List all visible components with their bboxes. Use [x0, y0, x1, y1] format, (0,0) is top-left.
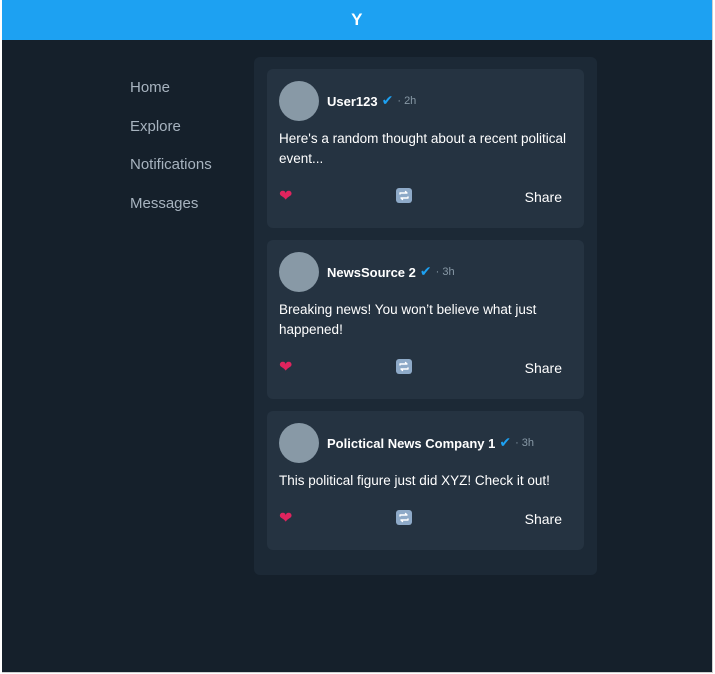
sidebar-item-home[interactable]: Home: [130, 78, 250, 117]
share-button[interactable]: Share: [525, 360, 562, 376]
share-button[interactable]: Share: [525, 189, 562, 205]
post-card: Polictical News Company 1 ✔ · 3h This po…: [267, 411, 584, 550]
post-timestamp: · 3h: [435, 266, 455, 278]
repost-icon[interactable]: [396, 510, 412, 525]
post-card: NewsSource 2 ✔ · 3h Breaking news! You w…: [267, 240, 584, 399]
post-author[interactable]: Polictical News Company 1: [327, 436, 495, 451]
repost-icon[interactable]: [396, 359, 412, 374]
verified-check-icon: ✔: [381, 93, 394, 109]
post-author[interactable]: User123: [327, 94, 378, 109]
sidebar-nav: Home Explore Notifications Messages: [130, 78, 250, 232]
post-header: User123 ✔ · 2h: [279, 81, 416, 121]
repost-icon[interactable]: [396, 188, 412, 203]
verified-check-icon: ✔: [419, 264, 432, 280]
post-text: Here's a random thought about a recent p…: [279, 131, 567, 166]
post-card: User123 ✔ · 2h Here's a random thought a…: [267, 69, 584, 228]
post-header: NewsSource 2 ✔ · 3h: [279, 252, 455, 292]
app-logo[interactable]: Y: [351, 10, 363, 30]
post-text: This political figure just did XYZ! Chec…: [279, 473, 550, 488]
top-bar: Y: [2, 0, 712, 40]
verified-check-icon: ✔: [499, 435, 512, 451]
sidebar-item-messages[interactable]: Messages: [130, 194, 250, 233]
sidebar-item-explore[interactable]: Explore: [130, 117, 250, 156]
app-window: Y Home Explore Notifications Messages Us…: [2, 0, 713, 673]
share-button[interactable]: Share: [525, 511, 562, 527]
post-author[interactable]: NewsSource 2: [327, 265, 416, 280]
avatar[interactable]: [279, 81, 319, 121]
sidebar-item-notifications[interactable]: Notifications: [130, 155, 250, 194]
avatar[interactable]: [279, 423, 319, 463]
post-header: Polictical News Company 1 ✔ · 3h: [279, 423, 534, 463]
heart-icon[interactable]: ❤: [279, 357, 292, 376]
post-actions: ❤ Share: [279, 186, 572, 210]
heart-icon[interactable]: ❤: [279, 508, 292, 527]
feed: User123 ✔ · 2h Here's a random thought a…: [254, 57, 597, 575]
post-timestamp: · 2h: [397, 95, 417, 107]
post-timestamp: · 3h: [515, 437, 535, 449]
avatar[interactable]: [279, 252, 319, 292]
heart-icon[interactable]: ❤: [279, 186, 292, 205]
post-actions: ❤ Share: [279, 508, 572, 532]
post-actions: ❤ Share: [279, 357, 572, 381]
post-text: Breaking news! You won’t believe what ju…: [279, 302, 537, 337]
